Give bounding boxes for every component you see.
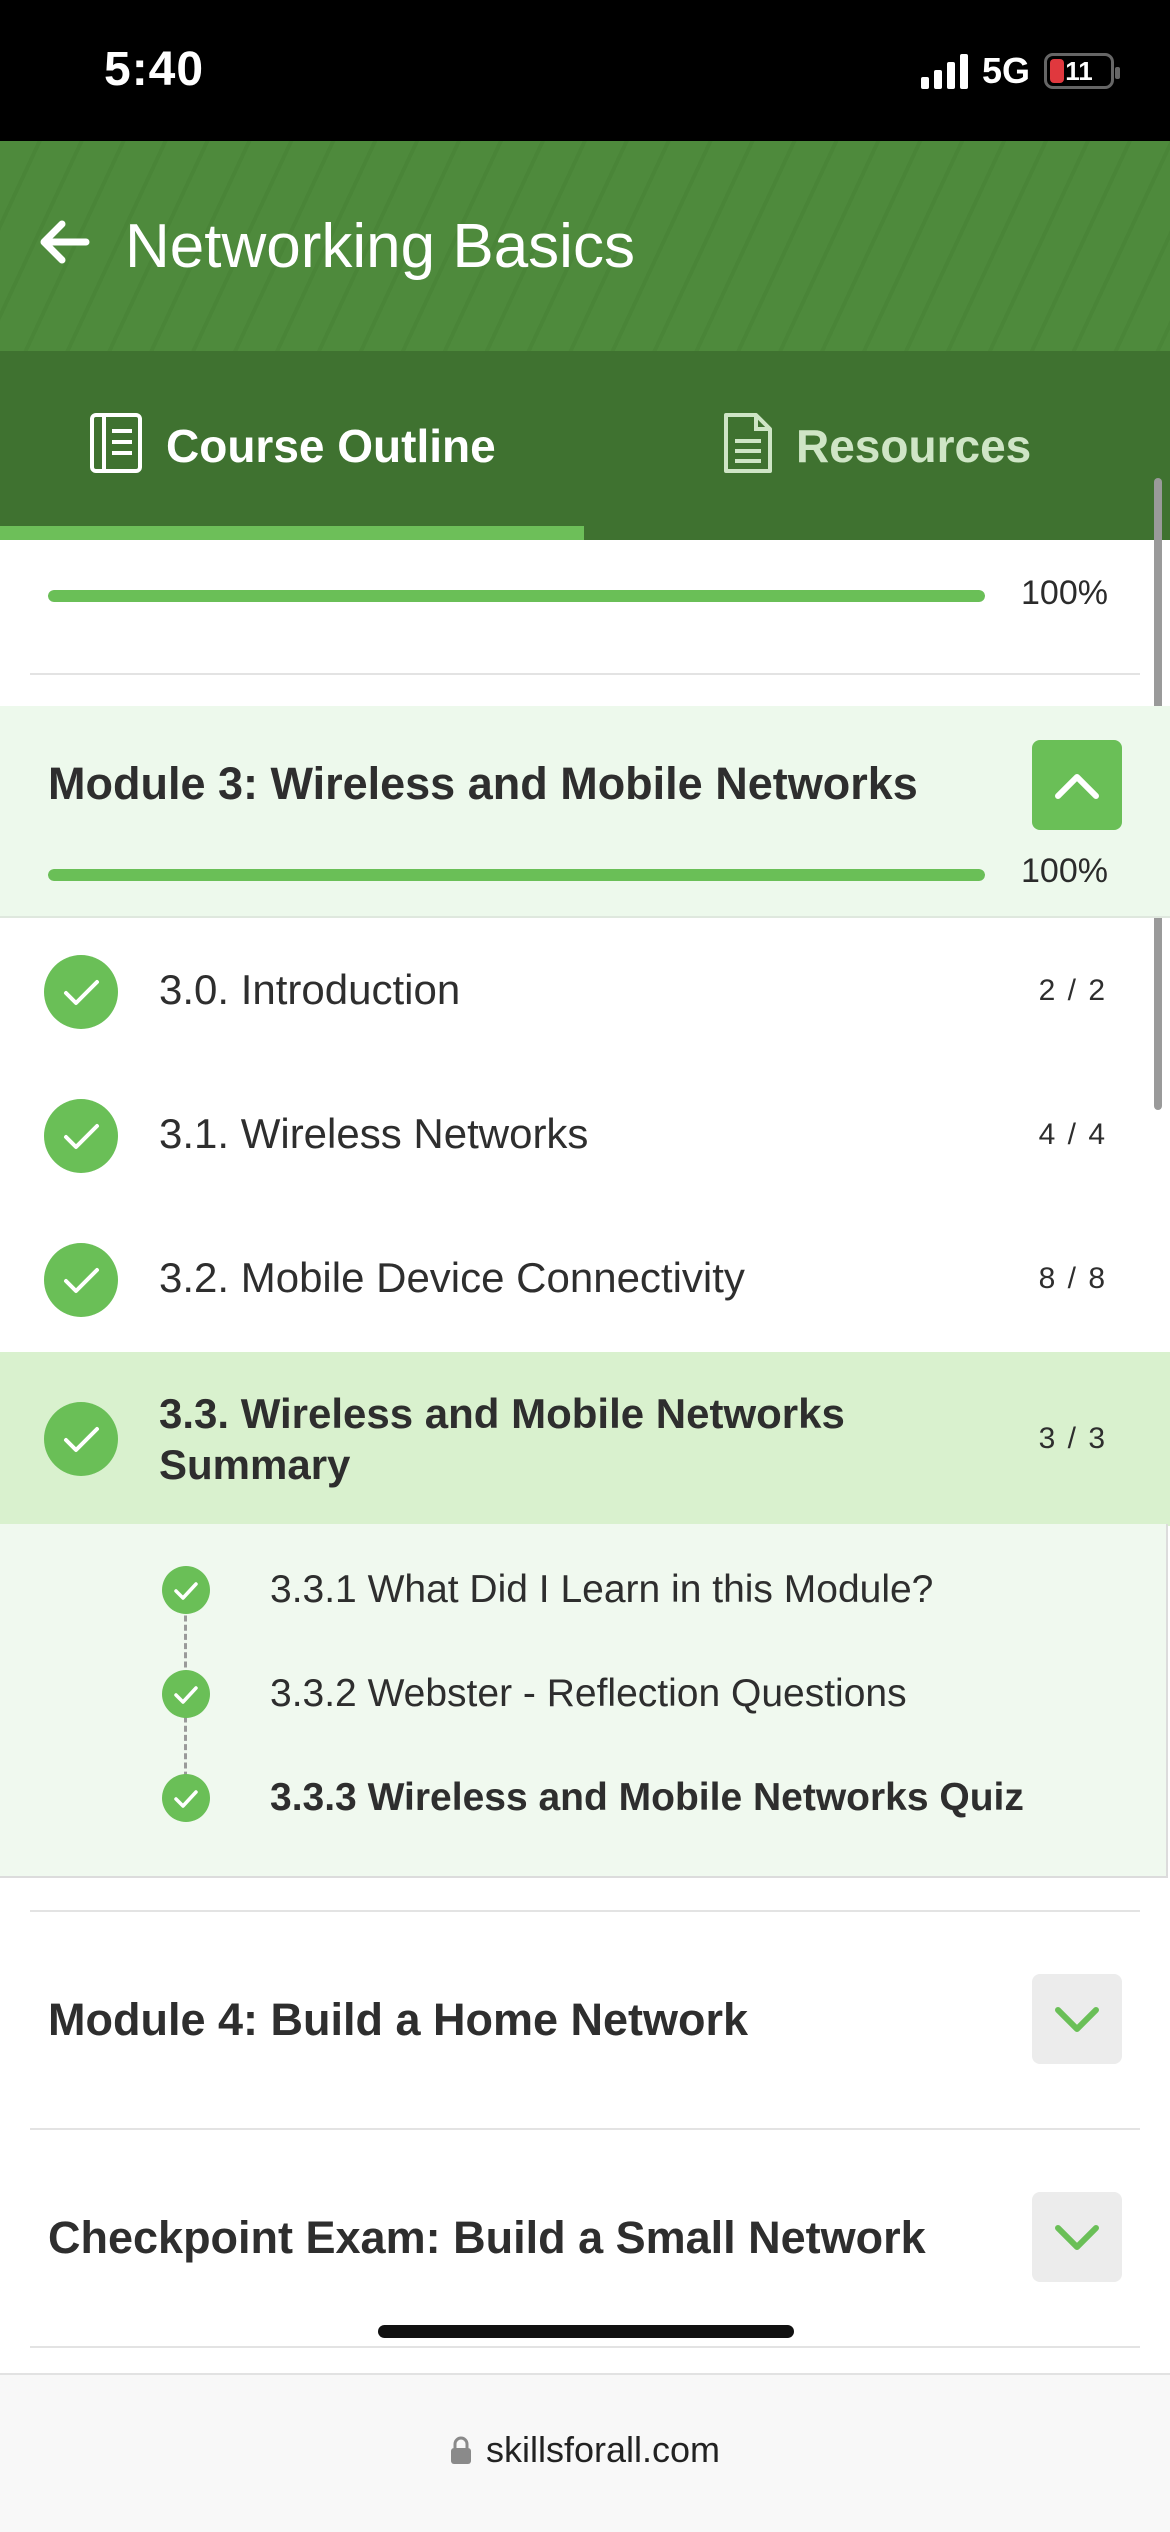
module-3-title: Module 3: Wireless and Mobile Networks xyxy=(48,758,918,809)
document-icon xyxy=(722,411,774,480)
check-circle-icon xyxy=(44,1099,118,1173)
lesson-label: 3.2. Mobile Device Connectivity xyxy=(159,1254,745,1301)
tab-course-outline[interactable]: Course Outline xyxy=(88,351,496,540)
chevron-down-icon xyxy=(1055,2007,1099,2032)
lesson-item-active[interactable]: 3.3. Wireless and Mobile Networks Summar… xyxy=(0,1352,1170,1526)
book-icon xyxy=(88,411,144,480)
check-circle-icon xyxy=(162,1670,210,1718)
lesson-label: 3.1. Wireless Networks xyxy=(159,1110,589,1157)
divider xyxy=(30,673,1140,675)
module-3-progress-fill xyxy=(48,869,985,881)
tab-resources-label: Resources xyxy=(796,419,1032,472)
lesson-count: 4 / 4 xyxy=(1038,1118,1107,1151)
sub-lesson-item-current[interactable]: 3.3.3 Wireless and Mobile Networks Quiz xyxy=(0,1732,1168,1836)
signal-icon xyxy=(920,53,968,89)
checkpoint-exam-header[interactable]: Checkpoint Exam: Build a Small Network xyxy=(0,2130,1170,2348)
lesson-item[interactable]: 3.1. Wireless Networks 4 / 4 xyxy=(0,1064,1170,1208)
module-3-header[interactable]: Module 3: Wireless and Mobile Networks 1… xyxy=(0,706,1170,918)
check-circle-icon xyxy=(44,1402,118,1476)
lesson-item[interactable]: 3.2. Mobile Device Connectivity 8 / 8 xyxy=(0,1208,1170,1352)
expand-module-button[interactable] xyxy=(1032,2192,1122,2282)
url-text: skillsforall.com xyxy=(485,2429,721,2470)
lock-icon xyxy=(450,2436,471,2464)
lesson-label: 3.0. Introduction xyxy=(159,966,461,1013)
expand-module-button[interactable] xyxy=(1032,1974,1122,2064)
back-arrow-icon[interactable] xyxy=(34,211,96,273)
lesson-count: 3 / 3 xyxy=(1038,1422,1107,1455)
active-tab-indicator xyxy=(0,526,584,540)
check-circle-icon xyxy=(44,1243,118,1317)
tab-course-outline-label: Course Outline xyxy=(166,419,496,472)
module-4-header[interactable]: Module 4: Build a Home Network xyxy=(0,1912,1170,2130)
lesson-count: 8 / 8 xyxy=(1038,1262,1107,1295)
collapse-module-button[interactable] xyxy=(1032,740,1122,830)
sub-lesson-item[interactable]: 3.3.2 Webster - Reflection Questions xyxy=(0,1628,1168,1732)
course-progress-fill xyxy=(48,590,985,602)
module-3-progress-bar xyxy=(48,869,985,881)
check-circle-icon xyxy=(44,955,118,1029)
tab-resources[interactable]: Resources xyxy=(722,351,1031,540)
chevron-up-icon xyxy=(1055,774,1099,799)
battery-level: 11 xyxy=(1065,55,1093,86)
lesson-label: 3.3. Wireless and Mobile Networks Summar… xyxy=(159,1390,845,1488)
lesson-item[interactable]: 3.0. Introduction 2 / 2 xyxy=(0,920,1170,1064)
sub-lesson-label: 3.3.1 What Did I Learn in this Module? xyxy=(270,1568,934,1611)
sub-lesson-list: 3.3.1 What Did I Learn in this Module? 3… xyxy=(0,1524,1168,1878)
check-circle-icon xyxy=(162,1566,210,1614)
check-circle-icon xyxy=(162,1774,210,1822)
module-4-title: Module 4: Build a Home Network xyxy=(48,1994,749,2045)
status-bar: 5:40 5G 11 xyxy=(0,0,1170,141)
tab-bar: Course Outline Resources xyxy=(0,351,1170,540)
divider xyxy=(30,2346,1140,2348)
sub-lesson-label: 3.3.3 Wireless and Mobile Networks Quiz xyxy=(270,1776,1024,1819)
lesson-count: 2 / 2 xyxy=(1038,974,1107,1007)
battery-icon: 11 xyxy=(1044,53,1120,89)
course-progress-percent: 100% xyxy=(1021,574,1108,612)
status-time: 5:40 xyxy=(104,43,205,96)
sub-lesson-label: 3.3.2 Webster - Reflection Questions xyxy=(270,1672,907,1715)
sub-lesson-item[interactable]: 3.3.1 What Did I Learn in this Module? xyxy=(0,1524,1168,1628)
course-progress: 100% xyxy=(0,540,1170,675)
status-indicators: 5G 11 xyxy=(920,50,1120,92)
home-indicator xyxy=(378,2325,794,2338)
module-3-progress-percent: 100% xyxy=(1021,852,1108,890)
page-title: Networking Basics xyxy=(125,212,635,281)
network-label: 5G xyxy=(981,50,1030,91)
chevron-down-icon xyxy=(1055,2225,1099,2250)
course-progress-bar xyxy=(48,590,985,602)
checkpoint-exam-title: Checkpoint Exam: Build a Small Network xyxy=(48,2212,926,2263)
browser-address-bar[interactable]: skillsforall.com xyxy=(0,2373,1170,2532)
app-header: Networking Basics xyxy=(0,141,1170,351)
